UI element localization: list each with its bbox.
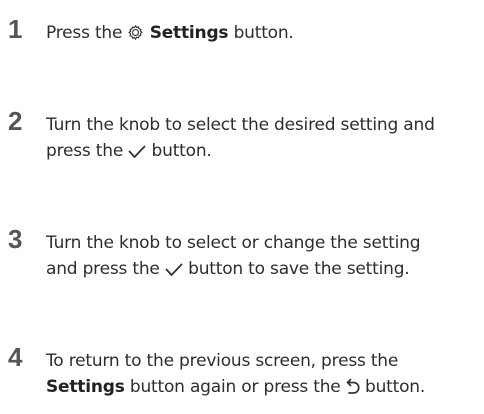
step-text-line: Turn the knob to select or change the se… xyxy=(46,233,421,253)
step-number: 2 xyxy=(8,106,23,136)
checkmark-icon xyxy=(165,263,183,277)
step-text-line: To return to the previous screen, press … xyxy=(46,351,399,371)
step-number: 3 xyxy=(8,224,23,254)
step-text-segment: Press the xyxy=(46,23,123,43)
settings-label: Settings xyxy=(46,377,125,397)
step-text: To return to the previous screen, press … xyxy=(46,348,478,400)
settings-label: Settings xyxy=(149,23,229,43)
step-text-segment: button to save the setting. xyxy=(188,259,410,279)
step-text: Turn the knob to select or change the se… xyxy=(46,230,478,282)
step-number: 1 xyxy=(8,14,23,44)
step-text-segment: button. xyxy=(151,141,212,161)
checkmark-icon xyxy=(128,145,146,159)
step-text: Press the Settings button. xyxy=(46,20,478,46)
step-text-line: Turn the knob to select the desired sett… xyxy=(46,115,435,135)
step-text-segment: button again or press the xyxy=(129,377,341,397)
gear-icon xyxy=(127,24,144,41)
step-text-segment: and press the xyxy=(46,259,160,279)
step-number: 4 xyxy=(8,342,23,372)
step-text-segment: press the xyxy=(46,141,124,161)
step-text-segment: button. xyxy=(365,377,426,397)
step-text-segment: button. xyxy=(233,23,294,43)
step-text: Turn the knob to select the desired sett… xyxy=(46,112,478,164)
back-arrow-icon xyxy=(346,378,360,395)
